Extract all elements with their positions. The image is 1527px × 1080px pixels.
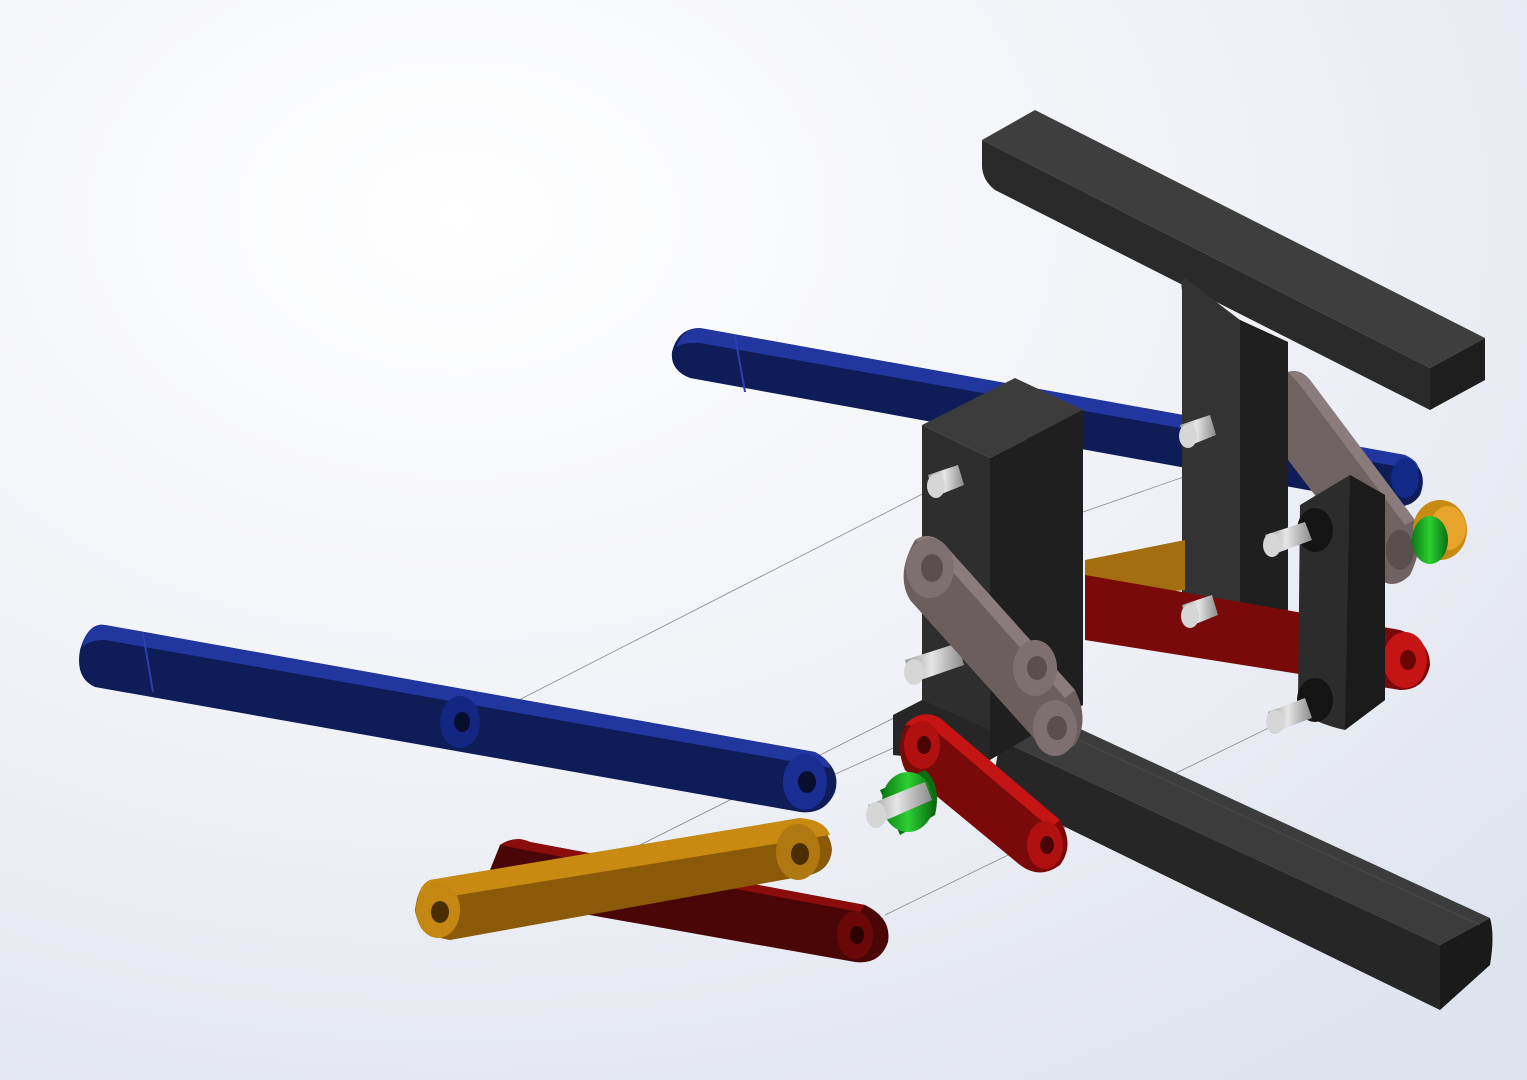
assembly-render[interactable]	[0, 0, 1527, 1080]
frame-right-block[interactable]	[1297, 475, 1385, 730]
cad-viewport[interactable]	[0, 0, 1527, 1080]
